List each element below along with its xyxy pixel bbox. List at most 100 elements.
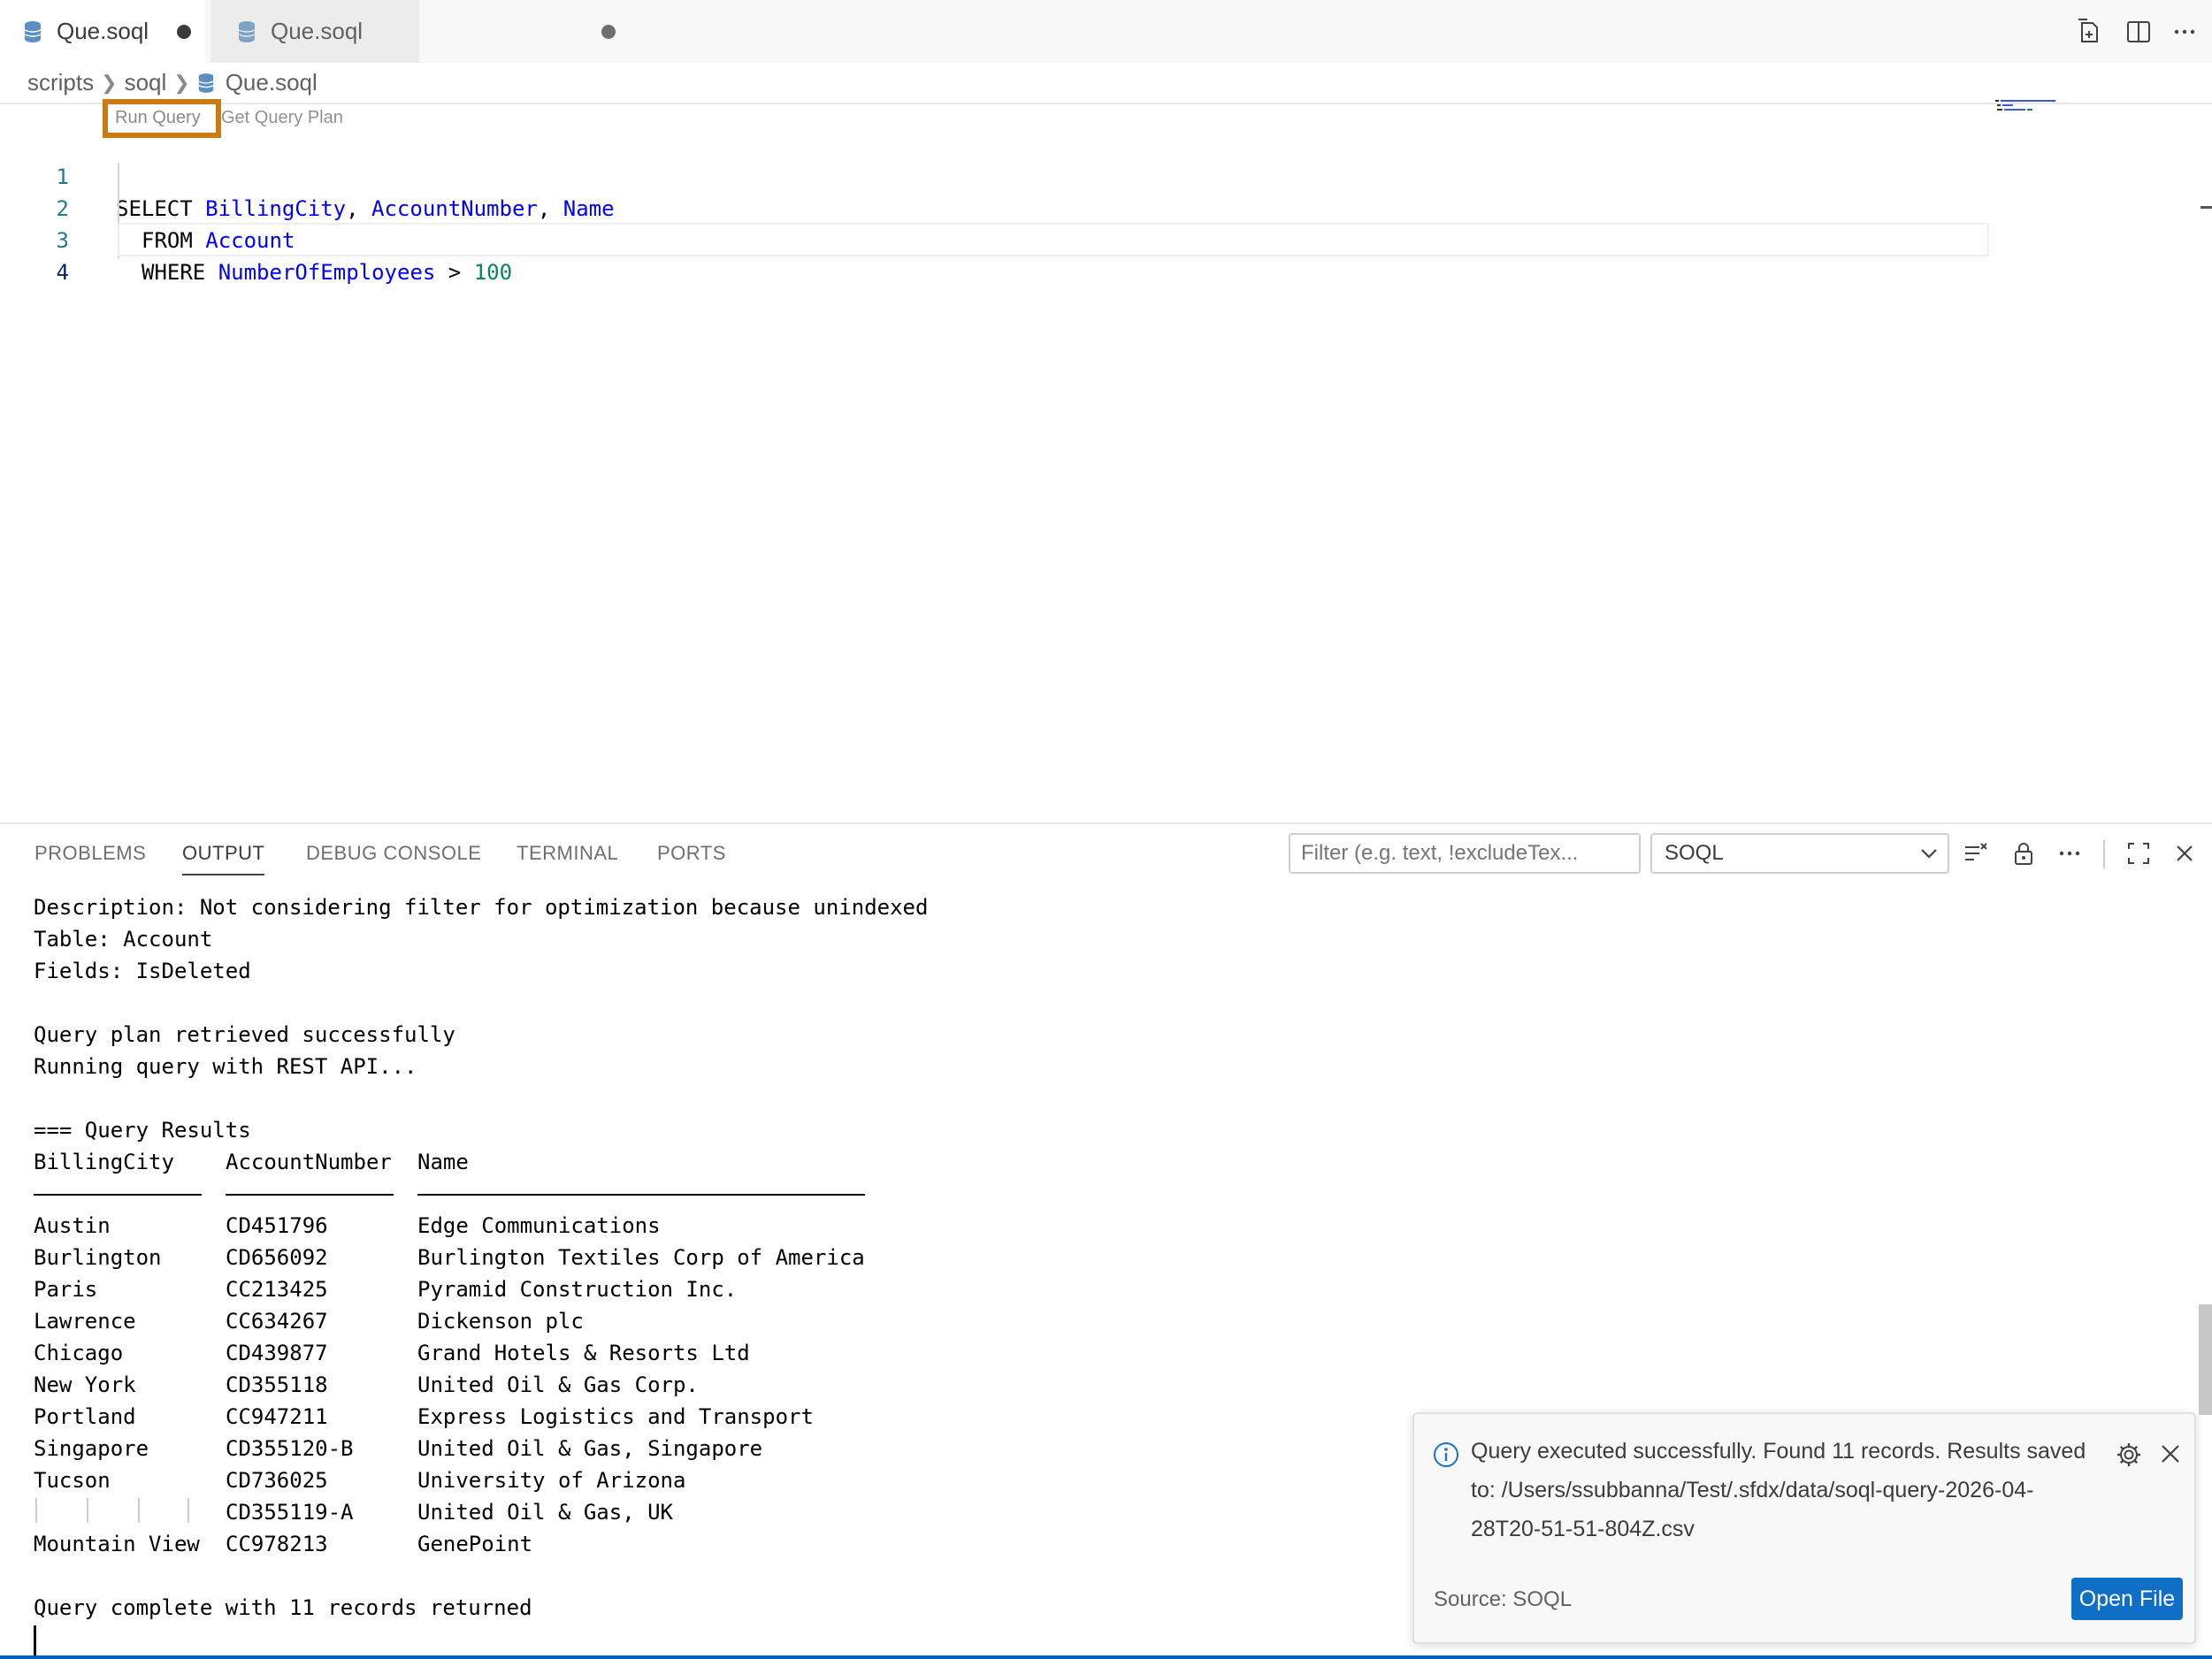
output-channel-select[interactable]: SOQL: [1650, 833, 1949, 874]
more-actions-icon[interactable]: [2170, 18, 2199, 46]
cell-billingcity: Paris: [34, 1277, 98, 1302]
table-header-rule: [226, 1194, 394, 1196]
lock-icon[interactable]: [2009, 839, 2038, 868]
cell-accountnumber: CC947211: [226, 1404, 328, 1429]
unsaved-dot-icon[interactable]: [601, 25, 616, 39]
output-line: Table: Account: [34, 927, 213, 952]
open-file-button[interactable]: Open File: [2071, 1578, 2183, 1620]
code-line-1: 1 SELECT BillingCity, AccountNumber, Nam…: [0, 129, 1999, 221]
tab-problems[interactable]: PROBLEMS: [34, 842, 146, 865]
notification-toast: Query executed successfully. Found 11 re…: [1412, 1412, 2196, 1644]
output-line: Running query with REST API...: [34, 1054, 417, 1079]
notification-message: Query executed successfully. Found 11 re…: [1471, 1439, 2086, 1541]
unsaved-dot-icon[interactable]: [177, 25, 191, 39]
operator: >: [435, 260, 474, 285]
tab-que-soql[interactable]: Que.soql: [210, 0, 616, 63]
chevron-down-icon: [1921, 849, 1937, 859]
get-query-plan-button[interactable]: Get Query Plan: [221, 108, 343, 128]
cell-name: Dickenson plc: [417, 1309, 584, 1334]
cell-billingcity: Mountain View: [34, 1532, 200, 1556]
database-icon: [24, 20, 42, 42]
cell-billingcity: New York: [34, 1372, 136, 1397]
table-header-rule: [34, 1194, 202, 1196]
cell-billingcity: Tucson: [34, 1468, 111, 1493]
tab-debug-console[interactable]: DEBUG CONSOLE: [306, 842, 481, 865]
output-scrollbar[interactable]: [2199, 1304, 2212, 1415]
table-header-name: Name: [417, 1150, 469, 1174]
breadcrumb: scripts ❯ soql ❯ Que.soql: [0, 63, 2212, 103]
output-line: Query plan retrieved successfully: [34, 1022, 455, 1047]
minimap[interactable]: [1995, 99, 2064, 113]
code-line-2: 2 FROM Account: [0, 161, 1999, 253]
cell-accountnumber: CC634267: [226, 1309, 328, 1334]
tab-label: Que.soql: [57, 18, 149, 44]
split-editor-icon[interactable]: [2124, 18, 2153, 46]
output-filter-input[interactable]: [1289, 833, 1641, 874]
maximize-panel-icon[interactable]: [2124, 839, 2153, 868]
breadcrumb-scripts[interactable]: scripts: [27, 69, 94, 96]
toolbar-separator: [2103, 840, 2105, 868]
editor-tab-bar: Que.soql Que.soql: [0, 0, 2212, 63]
cell-name: Edge Communications: [417, 1213, 661, 1238]
close-icon[interactable]: [2159, 1442, 2182, 1465]
cell-billingcity: Austin: [34, 1213, 111, 1238]
chevron-right-icon: ❯: [173, 71, 190, 94]
cell-accountnumber: CD451796: [226, 1213, 328, 1238]
cell-name: Grand Hotels & Resorts Ltd: [417, 1341, 750, 1365]
notification-source: Source: SOQL: [1434, 1587, 1573, 1611]
channel-value: SOQL: [1665, 841, 1724, 865]
cell-accountnumber: CD355118: [226, 1372, 328, 1397]
cell-accountnumber: CC213425: [226, 1277, 328, 1302]
blank-cell-marker: [188, 1498, 189, 1523]
cell-billingcity: Singapore: [34, 1436, 149, 1461]
cell-accountnumber: CD439877: [226, 1341, 328, 1365]
field-numberofemployees: NumberOfEmployees: [218, 260, 436, 285]
cell-name: Express Logistics and Transport: [417, 1404, 814, 1429]
number-literal: 100: [473, 260, 513, 285]
cell-billingcity: Burlington: [34, 1245, 162, 1270]
more-actions-icon[interactable]: [2055, 839, 2084, 868]
output-line: Description: Not considering filter for …: [34, 895, 929, 920]
table-header-billingcity: BillingCity: [34, 1150, 174, 1174]
panel-header: PROBLEMS OUTPUT DEBUG CONSOLE TERMINAL P…: [0, 824, 2212, 884]
query-complete-message: Query complete with 11 records returned: [34, 1595, 532, 1620]
blank-cell-marker: [87, 1498, 88, 1523]
clear-output-icon[interactable]: [1962, 839, 1990, 868]
cell-name: United Oil & Gas, UK: [417, 1500, 673, 1525]
chevron-right-icon: ❯: [101, 71, 118, 94]
breadcrumb-file[interactable]: Que.soql: [226, 69, 318, 96]
open-changes-icon[interactable]: [2075, 18, 2103, 46]
database-icon: [238, 20, 256, 42]
blank-cell-marker: [35, 1498, 37, 1523]
cell-name: United Oil & Gas Corp.: [417, 1372, 699, 1397]
info-icon: [1434, 1442, 1458, 1467]
close-panel-icon[interactable]: [2170, 839, 2199, 868]
tab-ports[interactable]: PORTS: [657, 842, 726, 865]
tab-output[interactable]: OUTPUT: [182, 842, 265, 875]
code-line-3: 3 WHERE NumberOfEmployees > 100: [0, 193, 1999, 285]
cell-accountnumber: CC978213: [226, 1532, 328, 1556]
table-header-rule: [417, 1194, 865, 1196]
cell-name: University of Arizona: [417, 1468, 686, 1493]
code-editor[interactable]: Run Query Get Query Plan 1 SELECT Billin…: [0, 99, 2212, 822]
breadcrumb-soql[interactable]: soql: [125, 69, 167, 96]
output-line: Fields: IsDeleted: [34, 959, 251, 983]
editor-scrollbar-marker: [2201, 206, 2212, 209]
database-icon: [198, 73, 214, 93]
cell-name: GenePoint: [417, 1532, 533, 1556]
blank-cell-marker: [138, 1498, 140, 1523]
keyword-where: WHERE: [142, 260, 218, 285]
cell-name: Pyramid Construction Inc.: [417, 1277, 738, 1302]
cell-name: Burlington Textiles Corp of America: [417, 1245, 865, 1270]
gear-icon[interactable]: [2115, 1441, 2143, 1469]
tab-que-soql-active[interactable]: Que.soql: [0, 0, 205, 63]
cell-name: United Oil & Gas, Singapore: [417, 1436, 763, 1461]
tab-terminal[interactable]: TERMINAL: [517, 842, 618, 865]
table-header-accountnumber: AccountNumber: [226, 1150, 392, 1174]
cell-accountnumber: CD355119-A: [226, 1500, 354, 1525]
cell-billingcity: Chicago: [34, 1341, 124, 1365]
output-line: === Query Results: [34, 1118, 251, 1143]
tab-label: Que.soql: [271, 18, 364, 44]
cell-accountnumber: CD355120-B: [226, 1436, 354, 1461]
current-line-highlight: [118, 223, 1989, 256]
